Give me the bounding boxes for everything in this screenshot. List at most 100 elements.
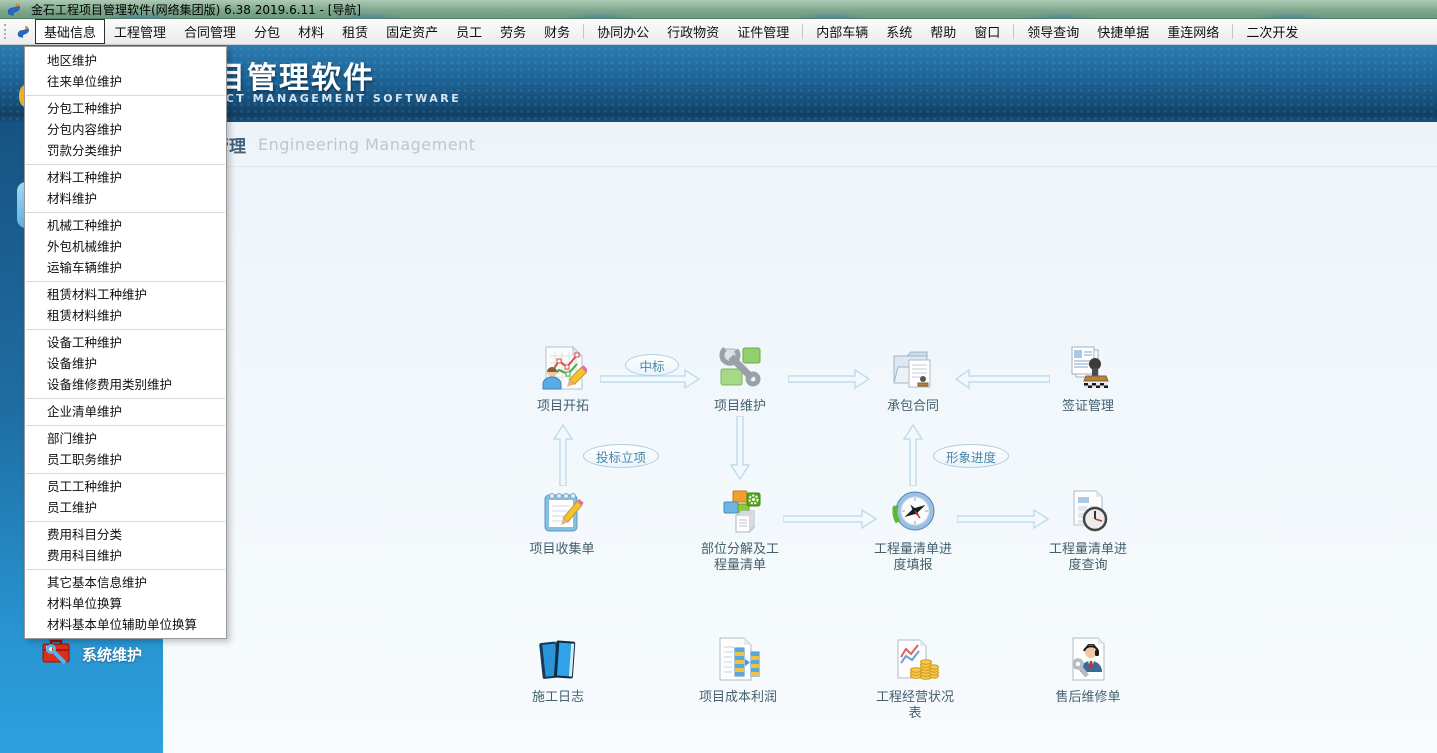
dropdown-separator <box>26 329 225 330</box>
menu-item-reconnect[interactable]: 重连网络 <box>1158 19 1228 44</box>
document-columns-icon <box>714 635 762 687</box>
dropdown-item-employee-position[interactable]: 员工职务维护 <box>25 449 226 470</box>
edge-label-text: 形象进度 <box>946 447 996 466</box>
chart-coins-icon <box>891 635 939 687</box>
menu-separator <box>583 24 584 39</box>
dropdown-item-subcontract-trade[interactable]: 分包工种维护 <box>25 98 226 119</box>
flow-node-progress-report[interactable]: 工程量清单进度填报 <box>853 487 973 574</box>
menu-item-fixed-assets[interactable]: 固定资产 <box>377 19 447 44</box>
project-chart-person-icon <box>539 344 587 396</box>
menu-item-engineering[interactable]: 工程管理 <box>105 19 175 44</box>
dropdown-separator <box>26 521 225 522</box>
menu-separator <box>1013 24 1014 39</box>
menu-item-quick-docs[interactable]: 快捷单据 <box>1088 19 1158 44</box>
dropdown-item-department[interactable]: 部门维护 <box>25 428 226 449</box>
menu-logo-icon <box>16 25 30 39</box>
dropdown-item-material-trade[interactable]: 材料工种维护 <box>25 167 226 188</box>
flow-node-label: 项目成本利润 <box>699 690 777 706</box>
menu-item-subcontract[interactable]: 分包 <box>245 19 289 44</box>
menu-item-internal-vehicle[interactable]: 内部车辆 <box>807 19 877 44</box>
arrow-up-report-to-contract <box>903 424 923 486</box>
dropdown-separator <box>26 212 225 213</box>
dropdown-item-other-basic-info[interactable]: 其它基本信息维护 <box>25 572 226 593</box>
arrow-down-maintenance-to-boq <box>730 416 750 480</box>
dropdown-item-transport-vehicle[interactable]: 运输车辆维护 <box>25 257 226 278</box>
dropdown-item-equipment-trade[interactable]: 设备工种维护 <box>25 332 226 353</box>
flow-node-label: 施工日志 <box>532 690 584 706</box>
menu-item-leader-query[interactable]: 领导查询 <box>1018 19 1088 44</box>
dropdown-separator <box>26 281 225 282</box>
dropdown-item-lease-material-trade[interactable]: 租赁材料工种维护 <box>25 284 226 305</box>
dropdown-item-counterpart-units[interactable]: 往来单位维护 <box>25 71 226 92</box>
blocks-gear-icon <box>716 487 764 539</box>
flow-node-label: 售后维修单 <box>1055 690 1120 706</box>
clock-refresh-icon <box>889 487 937 539</box>
menu-item-help[interactable]: 帮助 <box>921 19 965 44</box>
menu-item-finance[interactable]: 财务 <box>535 19 579 44</box>
flow-node-label: 项目收集单 <box>529 542 594 558</box>
menu-item-admin-supplies[interactable]: 行政物资 <box>658 19 728 44</box>
flow-node-cost-profit[interactable]: 项目成本利润 <box>678 635 798 706</box>
dropdown-item-equipment[interactable]: 设备维护 <box>25 353 226 374</box>
menu-item-system[interactable]: 系统 <box>877 19 921 44</box>
menu-item-window[interactable]: 窗口 <box>965 19 1009 44</box>
menu-item-material[interactable]: 材料 <box>289 19 333 44</box>
dropdown-item-penalty-category[interactable]: 罚款分类维护 <box>25 140 226 161</box>
menu-item-collab-office[interactable]: 协同办公 <box>588 19 658 44</box>
dropdown-item-region[interactable]: 地区维护 <box>25 50 226 71</box>
person-wrench-doc-icon <box>1064 635 1112 687</box>
dropdown-item-expense-subject-category[interactable]: 费用科目分类 <box>25 524 226 545</box>
flow-node-label: 工程量清单进度填报 <box>872 542 954 574</box>
flow-node-operation-status[interactable]: 工程经营状况表 <box>855 635 975 722</box>
dropdown-separator <box>26 164 225 165</box>
dropdown-item-equipment-repair-cost-category[interactable]: 设备维修费用类别维护 <box>25 374 226 395</box>
flow-node-label: 工程量清单进度查询 <box>1047 542 1129 574</box>
edge-label-image-progress: 形象进度 <box>933 444 1009 468</box>
dropdown-item-material-basic-aux-unit-conversion[interactable]: 材料基本单位辅助单位换算 <box>25 614 226 635</box>
dropdown-item-employee[interactable]: 员工维护 <box>25 497 226 518</box>
dropdown-item-expense-subject[interactable]: 费用科目维护 <box>25 545 226 566</box>
dropdown-item-lease-material[interactable]: 租赁材料维护 <box>25 305 226 326</box>
flow-node-label: 工程经营状况表 <box>874 690 956 722</box>
dropdown-item-subcontract-content[interactable]: 分包内容维护 <box>25 119 226 140</box>
dropdown-item-machinery-trade[interactable]: 机械工种维护 <box>25 215 226 236</box>
flow-node-boq-breakdown[interactable]: 部位分解及工程量清单 <box>680 487 800 574</box>
menu-separator <box>802 24 803 39</box>
flow-node-label: 签证管理 <box>1062 399 1114 415</box>
dropdown-item-material-unit-conversion[interactable]: 材料单位换算 <box>25 593 226 614</box>
menu-item-lease[interactable]: 租赁 <box>333 19 377 44</box>
arrow-right-boq-to-report <box>783 509 877 529</box>
dropdown-separator <box>26 95 225 96</box>
application-window: 金石工程项目管理软件(网络集团版) 6.38 2019.6.11 - [导航] … <box>0 0 1437 753</box>
flow-node-progress-query[interactable]: 工程量清单进度查询 <box>1028 487 1148 574</box>
dropdown-separator <box>26 569 225 570</box>
flow-node-after-sale-repair[interactable]: 售后维修单 <box>1028 635 1148 706</box>
flow-node-label: 项目维护 <box>714 399 766 415</box>
arrow-left-visa-to-contract <box>955 369 1050 389</box>
dropdown-item-enterprise-boq[interactable]: 企业清单维护 <box>25 401 226 422</box>
flow-node-project-collection-sheet[interactable]: 项目收集单 <box>502 487 622 558</box>
menu-item-employee[interactable]: 员工 <box>447 19 491 44</box>
books-icon <box>534 635 582 687</box>
flow-node-construction-log[interactable]: 施工日志 <box>498 635 618 706</box>
menu-item-certificate[interactable]: 证件管理 <box>728 19 798 44</box>
dropdown-item-outsourced-machinery[interactable]: 外包机械维护 <box>25 236 226 257</box>
wrench-blocks-icon <box>716 344 764 396</box>
menu-separator <box>1232 24 1233 39</box>
flow-node-label: 项目开拓 <box>537 399 589 415</box>
edge-label-win-bid: 中标 <box>625 354 679 376</box>
flow-node-label: 部位分解及工程量清单 <box>699 542 781 574</box>
edge-label-text: 中标 <box>639 356 664 375</box>
menu-bar: 基础信息 工程管理 合同管理 分包 材料 租赁 固定资产 员工 劳务 财务 协同… <box>0 19 1437 45</box>
menu-item-labor[interactable]: 劳务 <box>491 19 535 44</box>
document-clock-icon <box>1064 487 1112 539</box>
toolbar-grip[interactable] <box>4 24 10 39</box>
menu-item-basic-info[interactable]: 基础信息 <box>35 19 105 44</box>
folder-contract-icon <box>889 344 937 396</box>
menu-item-secondary-dev[interactable]: 二次开发 <box>1237 19 1307 44</box>
edge-label-text: 投标立项 <box>596 447 646 466</box>
dropdown-item-material[interactable]: 材料维护 <box>25 188 226 209</box>
dropdown-item-employee-trade[interactable]: 员工工种维护 <box>25 476 226 497</box>
basic-info-dropdown-menu: 地区维护 往来单位维护 分包工种维护 分包内容维护 罚款分类维护 材料工种维护 … <box>24 46 227 639</box>
menu-item-contract[interactable]: 合同管理 <box>175 19 245 44</box>
